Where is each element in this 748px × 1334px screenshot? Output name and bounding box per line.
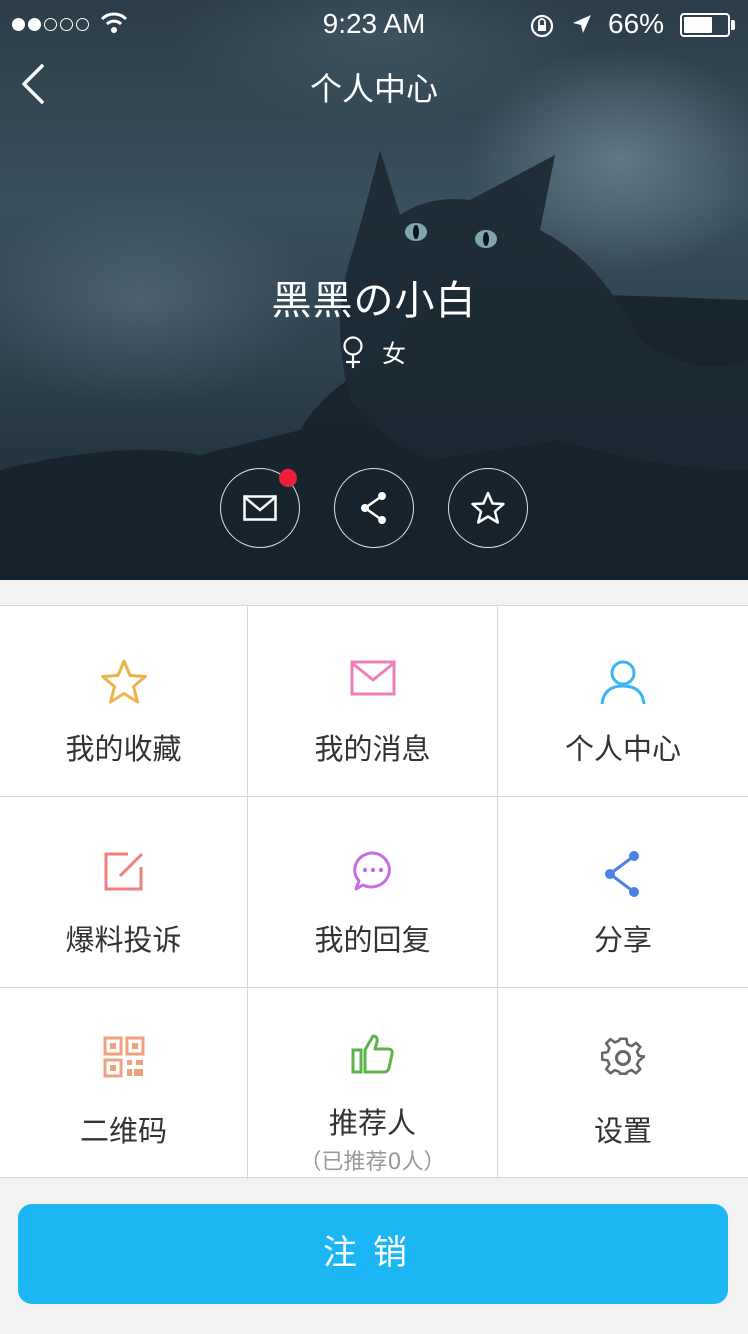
message-button[interactable]	[220, 468, 300, 548]
menu-item-replies[interactable]: 我的回复	[248, 797, 498, 988]
page-title: 个人中心	[309, 70, 438, 108]
female-icon	[343, 335, 363, 368]
battery-icon	[680, 13, 730, 37]
share-button[interactable]	[334, 468, 414, 548]
share-icon	[361, 492, 386, 524]
gender-label: 女	[382, 340, 406, 368]
star-icon	[100, 659, 147, 704]
user-icon	[600, 660, 646, 705]
battery-percent: 66%	[608, 8, 665, 39]
menu-item-referrer[interactable]: 推荐人 （已推荐0人）	[248, 988, 498, 1179]
chat-icon	[352, 851, 391, 891]
location-arrow-icon	[573, 15, 591, 33]
orientation-lock-icon	[530, 14, 554, 38]
menu-item-qrcode[interactable]: 二维码	[0, 988, 248, 1179]
favorite-button[interactable]	[448, 468, 528, 548]
menu-grid: 我的收藏 我的消息 个人中心 爆料投诉 我的回复 分享 二维码 推荐人 （已推荐…	[0, 605, 748, 1179]
menu-item-favorites[interactable]: 我的收藏	[0, 606, 248, 797]
gender-info: 女	[0, 334, 748, 369]
thumbs-up-icon	[351, 1034, 394, 1074]
menu-item-label: 我的消息	[314, 732, 431, 766]
gear-icon	[601, 1037, 645, 1076]
qrcode-icon	[103, 1036, 144, 1078]
menu-item-label: 爆料投诉	[65, 923, 182, 957]
share-icon	[605, 851, 639, 897]
logout-button[interactable]: 注销	[18, 1204, 728, 1304]
profile-name: 黑黑の小白	[271, 278, 477, 324]
menu-item-label: 我的回复	[314, 923, 431, 957]
star-icon	[471, 491, 505, 524]
profile-header: 9:23 AM 66% 个人中心 黑黑の小白 女	[0, 0, 748, 580]
menu-item-report[interactable]: 爆料投诉	[0, 797, 248, 988]
edit-icon	[104, 852, 143, 891]
menu-item-label: 推荐人	[328, 1106, 416, 1140]
menu-item-label: 个人中心	[564, 732, 681, 766]
menu-item-label: 设置	[593, 1114, 652, 1148]
referral-count: （已推荐0人）	[299, 1150, 446, 1175]
menu-item-label: 分享	[593, 923, 652, 957]
mail-icon	[243, 495, 277, 521]
notification-badge	[279, 469, 297, 487]
menu-item-settings[interactable]: 设置	[498, 988, 748, 1179]
menu-item-label: 我的收藏	[65, 732, 182, 766]
menu-item-messages[interactable]: 我的消息	[248, 606, 498, 797]
battery-cap	[731, 20, 735, 30]
menu-item-label: 二维码	[79, 1114, 167, 1148]
action-buttons	[0, 468, 748, 548]
status-bar: 9:23 AM 66%	[0, 0, 748, 48]
menu-item-share[interactable]: 分享	[498, 797, 748, 988]
menu-item-personal-center[interactable]: 个人中心	[498, 606, 748, 797]
mail-icon	[350, 660, 395, 696]
